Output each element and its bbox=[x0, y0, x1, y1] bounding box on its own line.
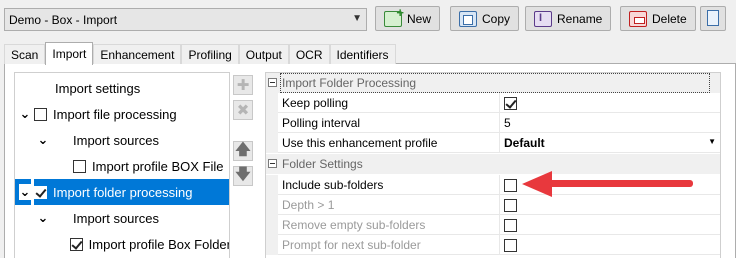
property-label: Remove empty sub-folders bbox=[280, 215, 500, 235]
tree-item-label: Import profile Box Folder bbox=[88, 236, 230, 252]
profile-dropdown-value: Demo - Box - Import bbox=[9, 12, 118, 27]
property-grid: Import Folder Processing Keep polling Po… bbox=[265, 72, 721, 258]
prompt-next-checkbox[interactable] bbox=[504, 238, 517, 252]
tree-item-label: Import sources bbox=[73, 132, 159, 148]
property-keep-polling[interactable]: Keep polling bbox=[266, 93, 720, 113]
category-label: Folder Settings bbox=[282, 157, 363, 171]
collapse-icon[interactable] bbox=[268, 78, 277, 87]
collapse-icon[interactable] bbox=[268, 159, 277, 168]
tree-item-label: Import sources bbox=[73, 210, 159, 226]
tab-import[interactable]: Import bbox=[45, 42, 94, 65]
tree-checkbox[interactable] bbox=[34, 185, 47, 199]
chevron-down-icon[interactable]: ⌄ bbox=[37, 210, 49, 226]
arrow-up-icon: 🡅 bbox=[235, 140, 251, 158]
remove-item-button[interactable]: ✖ bbox=[233, 100, 253, 120]
property-label: Keep polling bbox=[280, 93, 500, 113]
chevron-down-icon[interactable]: ⌄ bbox=[37, 132, 49, 148]
rename-icon bbox=[534, 10, 552, 27]
chevron-down-icon: ▼ bbox=[708, 137, 716, 146]
depth-checkbox[interactable] bbox=[504, 198, 517, 212]
enhancement-profile-dropdown[interactable]: Default ▼ bbox=[500, 133, 720, 153]
annotation-arrow-shaft bbox=[548, 180, 693, 187]
category-label: Import Folder Processing bbox=[280, 73, 710, 93]
property-prompt-next-subfolder[interactable]: Prompt for next sub-folder bbox=[266, 235, 720, 255]
move-down-button[interactable]: 🡇 bbox=[233, 166, 253, 186]
tree-item-import-file-processing[interactable]: ⌄ Import file processing bbox=[15, 101, 229, 127]
tab-scan[interactable]: Scan bbox=[4, 44, 46, 64]
document-icon bbox=[707, 10, 719, 26]
category-import-folder-processing[interactable]: Import Folder Processing bbox=[266, 73, 720, 93]
add-item-button[interactable]: ✚ bbox=[233, 75, 253, 95]
property-polling-interval[interactable]: Polling interval 5 bbox=[266, 113, 720, 133]
tree-checkbox[interactable] bbox=[73, 159, 86, 173]
tree-item-import-folder-processing[interactable]: ⌄ Import folder processing bbox=[15, 179, 229, 205]
property-label: Prompt for next sub-folder bbox=[280, 235, 500, 255]
chevron-down-icon[interactable]: ⌄ bbox=[19, 184, 31, 200]
tree-item-label: Import settings bbox=[55, 80, 141, 96]
tab-enhancement[interactable]: Enhancement bbox=[93, 44, 182, 64]
tree-item-import-profile-box-folder[interactable]: Import profile Box Folder bbox=[15, 231, 230, 257]
property-label: Depth > 1 bbox=[280, 195, 500, 215]
arrow-down-icon: 🡇 bbox=[235, 165, 251, 183]
property-remove-empty-subfolders[interactable]: Remove empty sub-folders bbox=[266, 215, 720, 235]
tab-output[interactable]: Output bbox=[238, 44, 289, 64]
tree-item-label: Import file processing bbox=[53, 106, 177, 122]
new-button-label: New bbox=[407, 11, 432, 26]
tree-checkbox[interactable] bbox=[34, 107, 47, 121]
tree-item-import-sources[interactable]: ⌄ Import sources bbox=[15, 127, 229, 153]
property-label: Polling interval bbox=[280, 113, 500, 133]
new-button[interactable]: New bbox=[375, 5, 441, 31]
annotation-arrow-head bbox=[522, 171, 552, 197]
delete-button[interactable]: Delete bbox=[620, 6, 696, 31]
import-tree: Import settings ⌄ Import file processing… bbox=[14, 72, 230, 258]
tab-bar: Scan Import Enhancement Profiling Output… bbox=[4, 42, 396, 65]
rename-button-label: Rename bbox=[557, 11, 603, 26]
property-depth[interactable]: Depth > 1 bbox=[266, 195, 720, 215]
delete-icon bbox=[629, 10, 647, 27]
move-up-button[interactable]: 🡅 bbox=[233, 141, 253, 161]
plus-icon: ✚ bbox=[236, 77, 250, 94]
delete-button-label: Delete bbox=[652, 11, 687, 26]
tree-item-label: Import folder processing bbox=[53, 184, 193, 200]
tree-item-import-profile-box-file[interactable]: Import profile BOX File bbox=[15, 153, 229, 179]
tree-item-import-settings[interactable]: Import settings bbox=[15, 75, 229, 101]
tab-ocr[interactable]: OCR bbox=[288, 44, 330, 64]
property-enhancement-profile[interactable]: Use this enhancement profile Default ▼ bbox=[266, 133, 720, 153]
property-label: Use this enhancement profile bbox=[280, 133, 500, 153]
chevron-down-icon[interactable]: ⌄ bbox=[19, 106, 31, 122]
polling-interval-value[interactable]: 5 bbox=[500, 113, 720, 133]
document-button[interactable] bbox=[700, 6, 726, 31]
chevron-down-icon: ▼ bbox=[352, 13, 362, 24]
copy-button-label: Copy bbox=[482, 11, 511, 26]
copy-icon bbox=[459, 10, 477, 27]
tab-profiling[interactable]: Profiling bbox=[181, 44, 239, 64]
enhancement-profile-value: Default bbox=[504, 136, 545, 150]
include-subfolders-checkbox[interactable] bbox=[504, 178, 517, 192]
remove-empty-checkbox[interactable] bbox=[504, 218, 517, 232]
rename-button[interactable]: Rename bbox=[525, 6, 612, 31]
tree-item-import-sources[interactable]: ⌄ Import sources bbox=[15, 205, 229, 231]
property-label: Include sub-folders bbox=[280, 175, 500, 195]
category-folder-settings[interactable]: Folder Settings bbox=[266, 154, 720, 174]
keep-polling-checkbox[interactable] bbox=[504, 96, 517, 110]
tree-item-label: Import profile BOX File bbox=[92, 158, 224, 174]
copy-button[interactable]: Copy bbox=[450, 6, 520, 31]
new-icon bbox=[384, 5, 404, 27]
close-icon: ✖ bbox=[236, 102, 250, 119]
tab-identifiers[interactable]: Identifiers bbox=[329, 44, 396, 64]
tree-checkbox[interactable] bbox=[69, 237, 83, 251]
profile-dropdown[interactable]: Demo - Box - Import ▼ bbox=[4, 8, 367, 31]
